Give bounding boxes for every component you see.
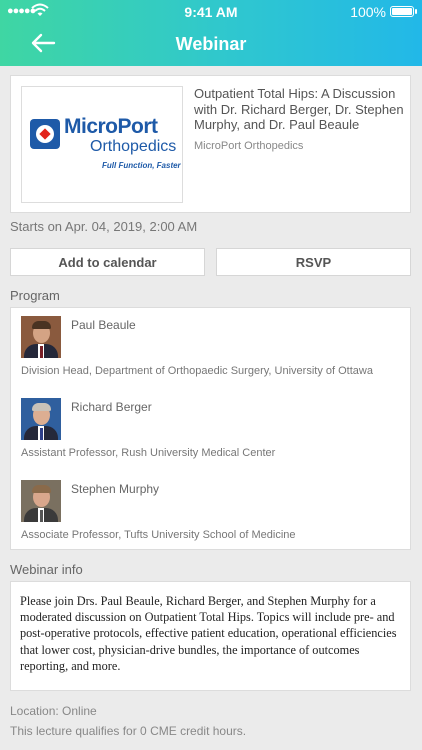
speaker-avatar [21,480,61,522]
organizer-logo: MicroPort Orthopedics Full Function, Fas… [21,86,183,203]
speaker-avatar [21,398,61,440]
speaker-name: Paul Beaule [71,318,136,332]
speaker-item[interactable]: Paul Beaule Division Head, Department of… [11,308,412,390]
logo-mark-icon [30,119,60,149]
logo-tagline: Full Function, Faster [102,161,181,170]
speaker-item[interactable]: Stephen Murphy Associate Professor, Tuft… [11,472,412,554]
status-bar: ●●●●● 9:41 AM 100% [0,0,422,22]
event-start-time: Starts on Apr. 04, 2019, 2:00 AM [10,219,198,234]
speaker-name: Stephen Murphy [71,482,160,496]
add-to-calendar-button[interactable]: Add to calendar [10,248,205,276]
speaker-avatar [21,316,61,358]
event-organizer: MicroPort Orthopedics [194,140,304,152]
webinar-description: Please join Drs. Paul Beaule, Richard Be… [20,594,397,673]
webinar-info-card: Please join Drs. Paul Beaule, Richard Be… [10,581,411,691]
battery-percent: 100% [350,4,386,20]
speaker-item[interactable]: Richard Berger Assistant Professor, Rush… [11,390,412,472]
event-card: MicroPort Orthopedics Full Function, Fas… [10,75,411,213]
app-header: ●●●●● 9:41 AM 100% Webinar [0,0,422,66]
speaker-name: Richard Berger [71,400,152,414]
speaker-role: Associate Professor, Tufts University Sc… [21,529,296,541]
speaker-role: Assistant Professor, Rush University Med… [21,447,276,459]
program-card: Paul Beaule Division Head, Department of… [10,307,411,550]
battery-icon [390,6,417,17]
logo-brand: MicroPort [64,115,158,138]
location-text: Location: Online [10,704,97,718]
logo-sub: Orthopedics [90,138,177,155]
cme-credit-text: This lecture qualifies for 0 CME credit … [10,724,247,738]
speaker-role: Division Head, Department of Orthopaedic… [21,365,373,377]
page-title: Webinar [175,34,247,54]
event-title: Outpatient Total Hips: A Discussion with… [194,86,404,132]
program-heading: Program [10,288,60,303]
rsvp-button[interactable]: RSVP [216,248,411,276]
webinar-info-heading: Webinar info [10,562,83,577]
